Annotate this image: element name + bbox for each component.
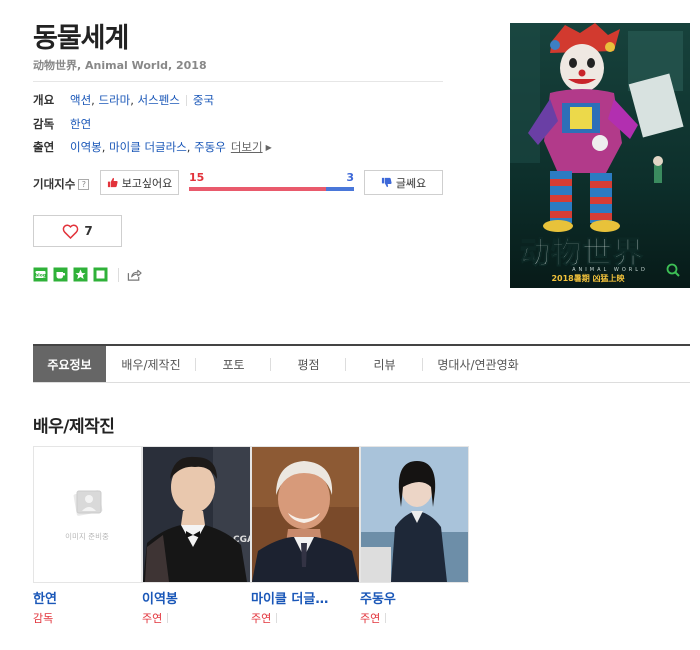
share-row: blog [33, 267, 147, 282]
info-cast-row: 출연 이역봉, 마이클 더글라스, 주동우 더보기 ▶ [33, 139, 272, 155]
divider [118, 267, 119, 282]
person-name[interactable]: 이역봉 [142, 588, 251, 607]
info-director-row: 감독 한연 [33, 116, 91, 132]
genre-link-suspense[interactable]: 서스펜스 [138, 92, 180, 108]
dislike-bar-fill [325, 187, 354, 191]
person-photo[interactable] [360, 446, 469, 583]
cast-card[interactable]: CGA 이역봉 주연 [142, 446, 251, 626]
tab-rating[interactable]: 평점 [271, 346, 346, 382]
not-sure-button[interactable]: 글쎄요 [364, 170, 443, 195]
person-photo-placeholder[interactable]: 이미지 준비중 [33, 446, 142, 583]
person-name[interactable]: 주동우 [360, 588, 469, 607]
heart-icon [62, 223, 79, 239]
cast-link-1[interactable]: 이역봉 [70, 139, 102, 155]
cast-link-3[interactable]: 주동우 [194, 139, 226, 155]
cast-card[interactable]: 주동우 주연 [360, 446, 469, 626]
tab-quotes-related[interactable]: 명대사/연관영화 [423, 346, 533, 382]
share-icon[interactable] [127, 267, 142, 282]
tab-main-info[interactable]: 주요정보 [33, 346, 106, 382]
tab-review[interactable]: 리뷰 [346, 346, 423, 382]
bar-track [189, 187, 354, 191]
help-icon[interactable]: ? [78, 178, 90, 190]
dislike-label: 글쎄요 [395, 176, 427, 190]
expectation-bar: 15 3 [189, 170, 354, 196]
divider [185, 94, 187, 106]
expectation-row: 기대지수 ? 보고싶어요 15 3 글쎄요 [33, 170, 448, 196]
poster-english: ANIMAL WORLD [572, 267, 648, 273]
thumbs-up-icon [107, 177, 118, 188]
cast-label: 출연 [33, 140, 55, 154]
more-cast-link[interactable]: 더보기 [231, 139, 263, 155]
person-role: 주연 [360, 610, 469, 626]
person-role: 감독 [33, 612, 54, 625]
genre-link-action[interactable]: 액션 [70, 92, 91, 108]
dislike-count: 3 [346, 171, 354, 184]
blog-share-icon[interactable]: blog [33, 267, 48, 282]
info-overview-row: 개요 액션, 드라마, 서스펜스 중국 [33, 92, 215, 108]
director-link[interactable]: 한연 [70, 116, 91, 132]
image-placeholder-icon [73, 490, 103, 516]
like-button[interactable]: 7 [33, 215, 122, 247]
poster-tagline: 2018暑期 凶猛上映 [551, 273, 625, 283]
person-name[interactable]: 한연 [33, 588, 142, 607]
want-to-see-button[interactable]: 보고싶어요 [100, 170, 179, 195]
tab-cast-crew[interactable]: 배우/제작진 [106, 346, 196, 382]
want-bar-fill [189, 187, 326, 191]
director-label: 감독 [33, 117, 55, 131]
person-role: 주연 [251, 610, 360, 626]
person-name[interactable]: 마이클 더글… [251, 588, 360, 607]
want-label: 보고싶어요 [121, 176, 173, 190]
thumbs-down-icon [381, 177, 392, 188]
like-count: 7 [84, 224, 93, 238]
movie-poster[interactable]: 动物世界 ANIMAL WORLD 2018暑期 凶猛上映 [510, 23, 690, 288]
want-count: 15 [189, 171, 205, 184]
placeholder-text: 이미지 준비중 [65, 531, 109, 541]
person-photo[interactable]: CGA [142, 446, 251, 583]
expectation-label-wrap: 기대지수 ? [33, 176, 90, 192]
svg-text:blog: blog [35, 273, 46, 279]
cast-link-2[interactable]: 마이클 더글라스 [109, 139, 187, 155]
section-title: 배우/제작진 [33, 417, 115, 437]
cast-card[interactable]: 이미지 준비중 한연 감독 [33, 446, 142, 626]
cast-card[interactable]: 마이클 더글… 주연 [251, 446, 360, 626]
chevron-right-icon: ▶ [265, 142, 272, 152]
expectation-label: 기대지수 [33, 177, 76, 191]
movie-subtitle: 动物世界, Animal World, 2018 [33, 59, 207, 72]
bookmark-star-icon[interactable] [73, 267, 88, 282]
movie-title: 동물세계 [33, 23, 129, 54]
country-link[interactable]: 중국 [193, 92, 214, 108]
title-divider [33, 81, 443, 82]
memo-share-icon[interactable] [93, 267, 108, 282]
tab-photo[interactable]: 포토 [196, 346, 271, 382]
cafe-share-icon[interactable] [53, 267, 68, 282]
person-photo[interactable] [251, 446, 360, 583]
poster-title-art: 动物世界 [520, 236, 644, 271]
person-role: 주연 [142, 610, 251, 626]
genre-link-drama[interactable]: 드라마 [98, 92, 130, 108]
tab-bar: 주요정보 배우/제작진 포토 평점 리뷰 명대사/연관영화 [33, 344, 690, 383]
overview-label: 개요 [33, 93, 55, 107]
